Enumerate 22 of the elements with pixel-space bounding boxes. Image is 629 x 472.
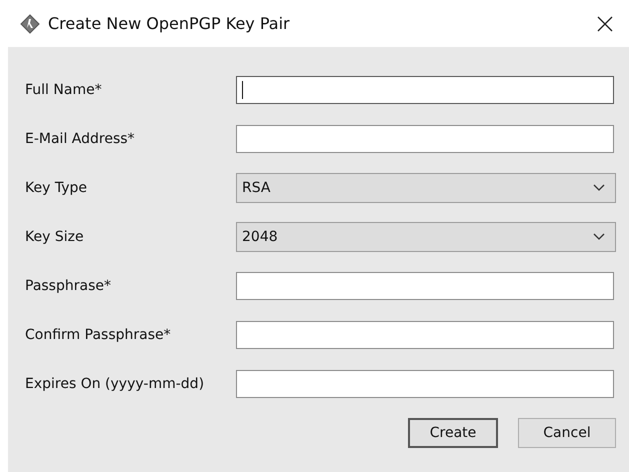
close-icon[interactable] [597,16,613,32]
chevron-down-icon [593,232,605,240]
input-field[interactable] [236,76,614,104]
field-label: Expires On (yyyy-mm-dd) [25,376,206,392]
dropdown[interactable]: 2048 [236,222,616,252]
dialog-button[interactable]: Create [408,418,498,448]
text-cursor [242,80,243,98]
input-field[interactable] [236,272,614,300]
field-label: E-Mail Address* [25,130,136,146]
field-label: Key Type [25,180,88,196]
input-field[interactable] [236,320,614,348]
dialog-button[interactable]: Cancel [518,418,616,448]
input-field[interactable] [236,370,614,398]
field-label: Passphrase* [25,278,112,294]
field-label: Confirm Passphrase* [25,326,172,342]
field-label: Full Name* [25,82,103,98]
input-field[interactable] [236,124,614,152]
dropdown[interactable]: RSA [236,172,616,202]
app-icon [20,14,40,34]
field-label: Key Size [25,228,85,244]
chevron-down-icon [593,184,605,192]
window-title: Create New OpenPGP Key Pair [48,14,291,33]
